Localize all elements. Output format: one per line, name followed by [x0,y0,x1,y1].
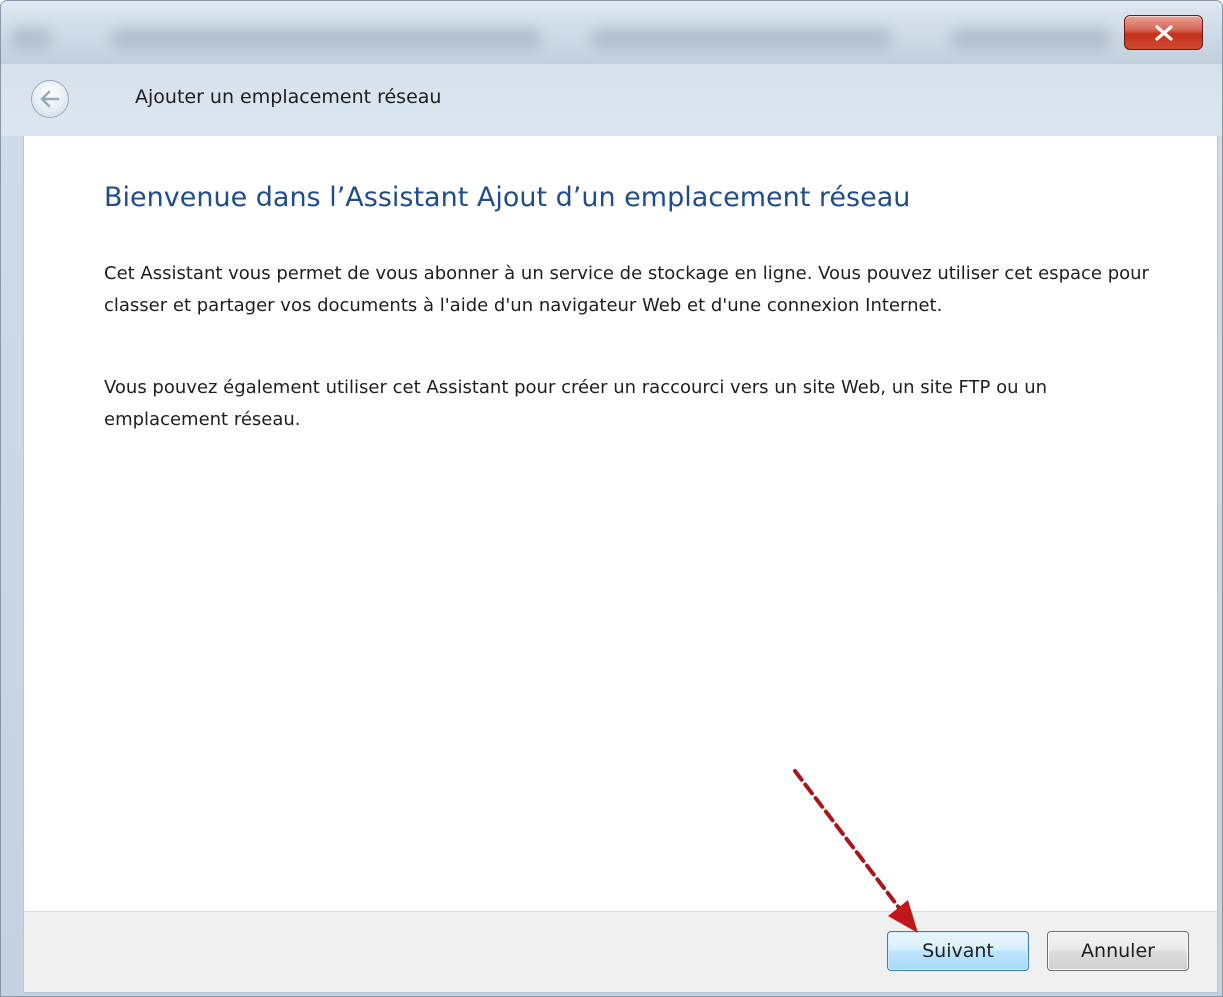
close-icon [1154,24,1173,41]
back-arrow-icon [40,90,60,108]
wizard-content: Bienvenue dans l’Assistant Ajout d’un em… [23,136,1218,911]
back-button[interactable] [31,80,69,118]
window-title: Ajouter un emplacement réseau [135,86,442,108]
blurred-background [111,27,541,49]
button-bar: Suivant Annuler [23,911,1218,993]
cancel-button[interactable]: Annuler [1047,931,1189,971]
title-bar [1,1,1222,64]
intro-paragraph: Cet Assistant vous permet de vous abonne… [104,263,1149,316]
wizard-heading: Bienvenue dans l’Assistant Ajout d’un em… [104,182,911,213]
navigation-bar: Ajouter un emplacement réseau [1,64,1222,136]
next-button[interactable]: Suivant [887,931,1029,971]
blurred-background [591,27,891,49]
close-button[interactable] [1124,15,1203,50]
shortcut-paragraph: Vous pouvez également utiliser cet Assis… [104,377,1048,430]
wizard-window: Ajouter un emplacement réseau Bienvenue … [0,0,1223,997]
blurred-background [951,27,1111,49]
blurred-background [11,27,51,49]
